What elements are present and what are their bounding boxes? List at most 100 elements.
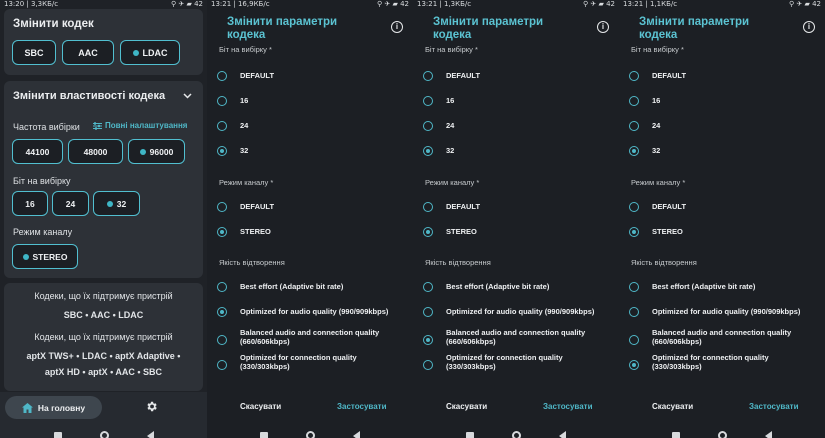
radio-button[interactable] xyxy=(629,96,639,106)
bits-option-24[interactable]: 24 xyxy=(207,119,413,133)
sample-rate-44100[interactable]: 44100 xyxy=(12,139,63,164)
channel-option-stereo[interactable]: STEREO xyxy=(207,225,413,239)
radio-button[interactable] xyxy=(217,121,227,131)
radio-button[interactable] xyxy=(629,121,639,131)
radio-button[interactable] xyxy=(217,96,227,106)
radio-button[interactable] xyxy=(629,282,639,292)
home-nav-icon[interactable] xyxy=(512,431,521,438)
radio-button[interactable] xyxy=(217,202,227,212)
quality-option-best-effort[interactable]: Best effort (Adaptive bit rate) xyxy=(413,280,619,294)
back-icon[interactable] xyxy=(353,431,360,438)
gear-icon[interactable] xyxy=(145,400,158,413)
recents-icon[interactable] xyxy=(672,432,680,438)
radio-button[interactable] xyxy=(423,335,433,345)
apply-button[interactable]: Застосувати xyxy=(543,402,593,411)
cancel-button[interactable]: Скасувати xyxy=(240,402,281,411)
quality-option-best-effort[interactable]: Best effort (Adaptive bit rate) xyxy=(619,280,825,294)
bits-option-16[interactable]: 16 xyxy=(619,94,825,108)
codec-chip-sbc[interactable]: SBC xyxy=(12,40,56,65)
sample-rate-48000[interactable]: 48000 xyxy=(68,139,123,164)
recents-icon[interactable] xyxy=(260,432,268,438)
quality-option-audio[interactable]: Optimized for audio quality (990/909kbps… xyxy=(619,305,825,319)
back-icon[interactable] xyxy=(765,431,772,438)
info-icon[interactable]: i xyxy=(391,21,403,33)
home-nav-icon[interactable] xyxy=(718,431,727,438)
radio-button[interactable] xyxy=(423,121,433,131)
bits-option-default[interactable]: DEFAULT xyxy=(413,69,619,83)
quality-option-best-effort[interactable]: Best effort (Adaptive bit rate) xyxy=(207,280,413,294)
channel-option-default[interactable]: DEFAULT xyxy=(619,200,825,214)
home-nav-icon[interactable] xyxy=(306,431,315,438)
full-settings-link[interactable]: Повні налаштування xyxy=(93,121,187,130)
bits-option-16[interactable]: 16 xyxy=(413,94,619,108)
cancel-button[interactable]: Скасувати xyxy=(446,402,487,411)
quality-option-balanced[interactable]: Balanced audio and connection quality (66… xyxy=(207,328,413,351)
quality-option-connection[interactable]: Optimized for connection quality (330/303… xyxy=(619,353,825,376)
option-label: 16 xyxy=(652,96,661,105)
radio-button[interactable] xyxy=(423,307,433,317)
bits-option-default[interactable]: DEFAULT xyxy=(619,69,825,83)
radio-button[interactable] xyxy=(629,71,639,81)
channel-option-default[interactable]: DEFAULT xyxy=(413,200,619,214)
back-icon[interactable] xyxy=(559,431,566,438)
channel-option-stereo[interactable]: STEREO xyxy=(619,225,825,239)
radio-button[interactable] xyxy=(217,146,227,156)
radio-button[interactable] xyxy=(629,307,639,317)
radio-button[interactable] xyxy=(217,335,227,345)
quality-option-balanced[interactable]: Balanced audio and connection quality (66… xyxy=(619,328,825,351)
sample-rate-96000[interactable]: 96000 xyxy=(128,139,185,164)
selected-dot-icon xyxy=(139,148,146,155)
radio-button[interactable] xyxy=(629,202,639,212)
quality-option-connection[interactable]: Optimized for connection quality (330/303… xyxy=(413,353,619,376)
bits-option-24[interactable]: 24 xyxy=(619,119,825,133)
cancel-button[interactable]: Скасувати xyxy=(652,402,693,411)
radio-button[interactable] xyxy=(217,282,227,292)
home-button[interactable]: На головну xyxy=(5,396,102,419)
quality-option-audio[interactable]: Optimized for audio quality (990/909kbps… xyxy=(413,305,619,319)
bits-option-32[interactable]: 32 xyxy=(207,144,413,158)
channel-option-default[interactable]: DEFAULT xyxy=(207,200,413,214)
radio-button[interactable] xyxy=(423,282,433,292)
radio-button[interactable] xyxy=(423,146,433,156)
quality-option-audio[interactable]: Optimized for audio quality (990/909kbps… xyxy=(207,305,413,319)
bits-16[interactable]: 16 xyxy=(12,191,48,216)
radio-button[interactable] xyxy=(217,360,227,370)
quality-option-balanced[interactable]: Balanced audio and connection quality (66… xyxy=(413,328,619,351)
channel-stereo[interactable]: STEREO xyxy=(12,244,78,269)
radio-button[interactable] xyxy=(423,96,433,106)
option-label: Balanced audio and connection quality xyxy=(446,328,586,337)
home-nav-icon[interactable] xyxy=(99,431,109,438)
codec-chip-aac[interactable]: AAC xyxy=(62,40,114,65)
bits-label: Біт на вибірку xyxy=(13,176,71,186)
radio-button[interactable] xyxy=(423,202,433,212)
radio-button[interactable] xyxy=(629,227,639,237)
info-icon[interactable]: i xyxy=(597,21,609,33)
radio-button[interactable] xyxy=(217,307,227,317)
codec-chip-ldac[interactable]: LDAC xyxy=(120,40,180,65)
channel-option-stereo[interactable]: STEREO xyxy=(413,225,619,239)
bits-option-24[interactable]: 24 xyxy=(413,119,619,133)
back-icon[interactable] xyxy=(146,431,154,438)
radio-button[interactable] xyxy=(423,227,433,237)
recents-icon[interactable] xyxy=(466,432,474,438)
bits-option-32[interactable]: 32 xyxy=(413,144,619,158)
recents-icon[interactable] xyxy=(53,432,62,438)
radio-button[interactable] xyxy=(629,360,639,370)
bits-option-16[interactable]: 16 xyxy=(207,94,413,108)
radio-button[interactable] xyxy=(217,71,227,81)
bits-32[interactable]: 32 xyxy=(93,191,140,216)
chevron-down-icon[interactable] xyxy=(183,93,192,99)
bits-option-32[interactable]: 32 xyxy=(619,144,825,158)
radio-button[interactable] xyxy=(629,335,639,345)
bits-option-default[interactable]: DEFAULT xyxy=(207,69,413,83)
quality-option-connection[interactable]: Optimized for connection quality (330/303… xyxy=(207,353,413,376)
supported-label-2: Кодеки, що їх підтримує пристрій xyxy=(34,332,173,342)
radio-button[interactable] xyxy=(423,360,433,370)
apply-button[interactable]: Застосувати xyxy=(749,402,799,411)
radio-button[interactable] xyxy=(629,146,639,156)
info-icon[interactable]: i xyxy=(803,21,815,33)
apply-button[interactable]: Застосувати xyxy=(337,402,387,411)
radio-button[interactable] xyxy=(423,71,433,81)
bits-24[interactable]: 24 xyxy=(52,191,89,216)
radio-button[interactable] xyxy=(217,227,227,237)
